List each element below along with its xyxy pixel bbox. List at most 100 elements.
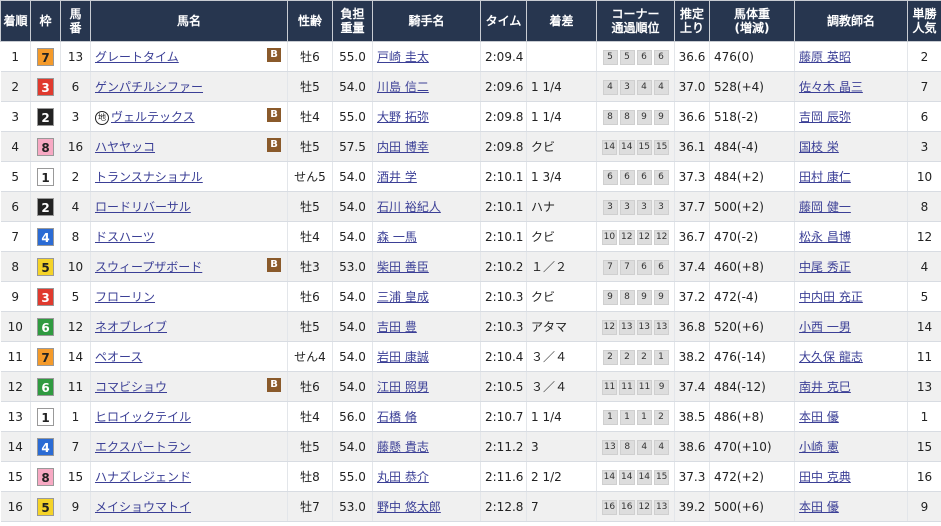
horse-name-link[interactable]: ヴェルテックス	[111, 110, 195, 124]
horse-name-link[interactable]: ハヤヤッコ	[95, 140, 155, 154]
header-time: タイム	[480, 0, 527, 42]
jockey-link[interactable]: 酒井 学	[377, 170, 417, 184]
jockey-link[interactable]: 野中 悠太郎	[377, 500, 441, 514]
jockey-link[interactable]: 三浦 皇成	[377, 290, 429, 304]
corner-positions: 16 16 12 13	[601, 498, 671, 515]
margin-cell: 2 1/2	[526, 461, 597, 492]
trainer-link[interactable]: 田村 康仁	[799, 170, 851, 184]
rank-cell: 13	[0, 401, 31, 432]
horse-name-link[interactable]: コマビショウ	[95, 380, 167, 394]
umaban-cell: 9	[60, 491, 91, 522]
jockey-link[interactable]: 川島 信二	[377, 80, 429, 94]
trainer-link[interactable]: 中内田 充正	[799, 290, 863, 304]
trainer-link[interactable]: 南井 克巳	[799, 380, 851, 394]
corner-position: 1	[653, 350, 669, 365]
horse-name-link[interactable]: トランスナショナル	[95, 170, 203, 184]
corner-cell: 7766	[596, 251, 675, 282]
horse-name-link[interactable]: エクスパートラン	[95, 440, 191, 454]
header-last3f: 推定 上り	[674, 0, 710, 42]
jockey-link[interactable]: 柴田 善臣	[377, 260, 429, 274]
trainer-link[interactable]: 松永 昌博	[799, 230, 851, 244]
kinryo-cell: 54.0	[332, 71, 373, 102]
trainer-link[interactable]: 本田 優	[799, 500, 839, 514]
header-jockey: 騎手名	[372, 0, 481, 42]
horse-name-link[interactable]: メイショウマトイ	[95, 500, 191, 514]
jockey-link[interactable]: 丸田 恭介	[377, 470, 429, 484]
horse-name-link[interactable]: ハナズレジェンド	[95, 470, 191, 484]
jockey-link[interactable]: 江田 照男	[377, 380, 429, 394]
last3f-cell: 38.6	[674, 431, 710, 462]
corner-positions: 5566	[602, 48, 670, 65]
horse-cell: エクスパートラン	[90, 431, 288, 462]
time-cell: 2:10.3	[480, 281, 527, 312]
corner-position: 13	[602, 440, 618, 455]
rank-cell: 4	[0, 131, 31, 162]
margin-cell: 3	[526, 431, 597, 462]
trainer-link[interactable]: 田中 克典	[799, 470, 851, 484]
jockey-link[interactable]: 藤懸 貴志	[377, 440, 429, 454]
horse-name-link[interactable]: ネオブレイブ	[95, 320, 167, 334]
margin-cell: クビ	[526, 281, 597, 312]
horse-name-link[interactable]: ヒロイックテイル	[95, 410, 191, 424]
jockey-link[interactable]: 大野 拓弥	[377, 110, 429, 124]
trainer-link[interactable]: 小崎 憲	[799, 440, 839, 454]
jockey-link[interactable]: 森 一馬	[377, 230, 417, 244]
blinker-icon: B	[267, 258, 281, 272]
trainer-link[interactable]: 小西 一男	[799, 320, 851, 334]
jockey-link[interactable]: 岩田 康誠	[377, 350, 429, 364]
trainer-link[interactable]: 佐々木 晶三	[799, 80, 863, 94]
trainer-link[interactable]: 中尾 秀正	[799, 260, 851, 274]
weight-cell: 472(-4)	[709, 281, 795, 312]
waku-badge: 6	[37, 377, 54, 396]
corner-positions: 4344	[602, 78, 670, 95]
kinryo-cell: 54.0	[332, 191, 373, 222]
trainer-link[interactable]: 吉岡 辰弥	[799, 110, 851, 124]
jockey-link[interactable]: 戸崎 圭太	[377, 50, 429, 64]
trainer-link[interactable]: 国枝 栄	[799, 140, 839, 154]
corner-positions: 13 8 4 4	[601, 438, 669, 455]
sexage-cell: 牡4	[287, 401, 333, 432]
corner-position: 1	[602, 410, 618, 425]
horse-name-link[interactable]: ドスハーツ	[95, 230, 155, 244]
corner-position: 12	[653, 230, 670, 245]
popularity-cell: 10	[907, 161, 941, 192]
horse-cell: ハナズレジェンド	[90, 461, 288, 492]
sexage-cell: 牡4	[287, 101, 333, 132]
trainer-link[interactable]: 大久保 龍志	[799, 350, 863, 364]
trainer-link[interactable]: 藤岡 健一	[799, 200, 851, 214]
horse-name-link[interactable]: スウィープザボード	[95, 260, 202, 274]
umaban-cell: 12	[60, 311, 91, 342]
jockey-link[interactable]: 石橋 脩	[377, 410, 417, 424]
horse-name-link[interactable]: ゲンパチルシファー	[95, 80, 203, 94]
waku-badge: 6	[37, 317, 54, 336]
corner-position: 8	[619, 440, 635, 455]
horse-name-link[interactable]: ロードリバーサル	[95, 200, 191, 214]
jockey-link[interactable]: 内田 博幸	[377, 140, 429, 154]
header-umaban: 馬 番	[60, 0, 91, 42]
trainer-link[interactable]: 本田 優	[799, 410, 839, 424]
time-cell: 2:09.4	[480, 41, 527, 72]
waku-cell: 8	[30, 131, 61, 162]
jockey-cell: 戸崎 圭太	[372, 41, 481, 72]
last3f-cell: 39.2	[674, 491, 710, 522]
corner-position: 11	[601, 380, 618, 395]
jockey-link[interactable]: 石川 裕紀人	[377, 200, 441, 214]
table-row: 14 4 7 エクスパートラン 牡5 54.0 藤懸 貴志 2:11.2 3 13 8 4 4 38.6 4…	[0, 431, 941, 462]
corner-position: 14	[636, 470, 652, 485]
corner-positions: 14 14 14 15	[601, 468, 671, 485]
corner-position: 2	[619, 350, 635, 365]
waku-cell: 1	[30, 161, 61, 192]
corner-position: 10	[601, 230, 618, 245]
table-row: 9 3 5 フローリン 牡6 54.0 三浦 皇成 2:10.3 クビ 9 8 9 9 37.2 472(-…	[0, 281, 941, 312]
jockey-link[interactable]: 吉田 豊	[377, 320, 417, 334]
table-row: 1 7 13 グレートタイム B 牡6 55.0 戸崎 圭太 2:09.4 5 5 6 6 36.6 476…	[0, 41, 941, 72]
kinryo-cell: 54.0	[332, 161, 373, 192]
horse-name-link[interactable]: フローリン	[95, 290, 155, 304]
header-rank: 着順	[0, 0, 31, 42]
horse-name-link[interactable]: グレートタイム	[95, 50, 179, 64]
corner-position: 9	[653, 290, 669, 305]
local-horse-mark-icon: 地	[95, 110, 109, 125]
umaban-cell: 2	[60, 161, 91, 192]
horse-name-link[interactable]: ペオース	[95, 350, 142, 364]
trainer-link[interactable]: 藤原 英昭	[799, 50, 851, 64]
